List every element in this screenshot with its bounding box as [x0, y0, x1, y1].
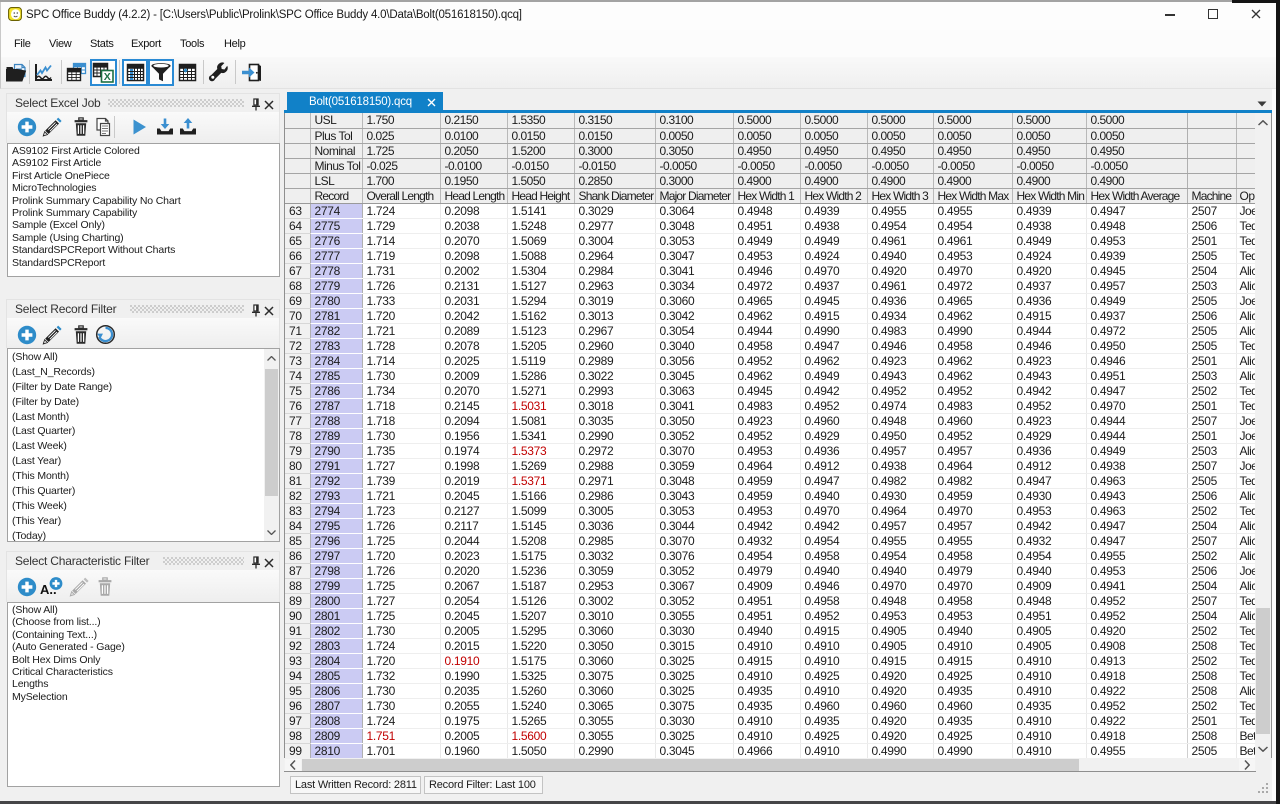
svg-text:X: X: [104, 71, 111, 83]
